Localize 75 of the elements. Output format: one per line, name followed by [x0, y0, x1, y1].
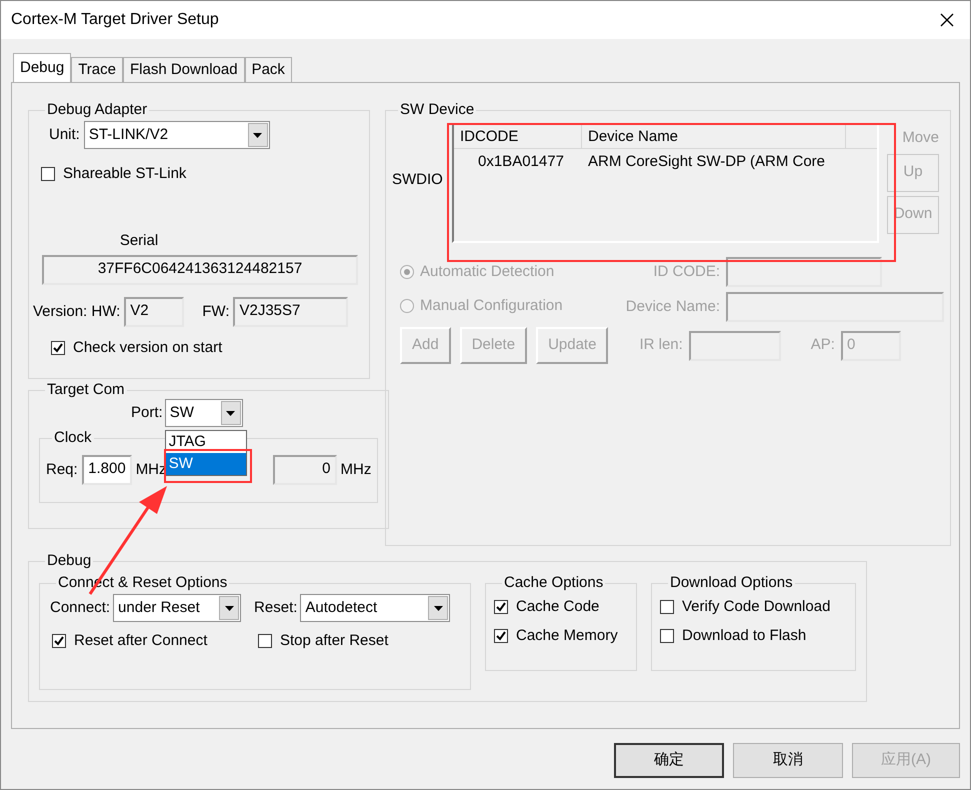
text-field[interactable]: V2J35S7	[233, 297, 348, 327]
move-label: Move	[902, 128, 939, 148]
dropdown[interactable]: Autodetect	[300, 594, 450, 622]
field-label: FW:	[202, 302, 230, 322]
group-title: Debug Adapter	[46, 101, 148, 119]
field-label: Port:	[131, 402, 163, 423]
text-field[interactable]: V2	[124, 297, 184, 327]
group-title: Clock	[53, 429, 93, 447]
dropdown-option[interactable]: SW	[166, 453, 246, 475]
tab[interactable]: Flash Download	[123, 57, 245, 82]
group-title: Cache Options	[503, 574, 604, 592]
text-field[interactable]: 37FF6C064241363124482157	[42, 255, 358, 285]
caret-icon	[434, 606, 443, 610]
field-label: Reset:	[254, 598, 298, 618]
checkbox-label: Cache Code	[516, 597, 600, 617]
field-label: Unit:	[49, 124, 80, 145]
column-header[interactable]: IDCODE	[454, 125, 582, 148]
field-label: Connect:	[50, 598, 110, 618]
field-label: AP:	[810, 335, 835, 356]
dialog-button[interactable]: 确定	[614, 743, 724, 778]
group-title: SW Device	[399, 101, 476, 119]
dropdown[interactable]: ST-LINK/V2	[84, 121, 270, 149]
checkbox[interactable]	[494, 600, 508, 614]
check-icon	[496, 602, 506, 612]
window-title: Cortex-M Target Driver Setup	[11, 10, 219, 30]
tab[interactable]: Pack	[244, 57, 292, 82]
caret-icon	[253, 132, 262, 138]
check-icon	[53, 343, 63, 354]
checkbox[interactable]	[258, 634, 272, 648]
checkbox-label: Verify Code Download	[682, 597, 830, 617]
text-field[interactable]: 1.800	[82, 455, 132, 485]
unit-label: MHz	[340, 460, 372, 480]
group-title: Target Com	[46, 381, 126, 399]
checkbox[interactable]	[51, 341, 65, 356]
text-field[interactable]	[726, 292, 944, 322]
checkbox-label: Check version on start	[73, 338, 222, 358]
dialog-button[interactable]: 取消	[733, 743, 843, 778]
checkbox-label: Shareable ST-Link	[63, 164, 186, 184]
caret-icon	[226, 410, 236, 416]
dropdown-option[interactable]: JTAG	[166, 431, 246, 453]
dropdown[interactable]: under Reset	[113, 594, 242, 622]
group-title: Download Options	[669, 574, 794, 592]
unit-label: MHz	[136, 460, 167, 480]
text-field[interactable]: 0	[272, 455, 337, 485]
checkbox[interactable]	[494, 628, 508, 643]
check-icon	[496, 630, 506, 641]
dropdown[interactable]: SW	[164, 399, 243, 427]
checkbox[interactable]	[41, 167, 55, 182]
checkbox[interactable]	[660, 600, 674, 614]
field-label: Version: HW:	[33, 302, 120, 322]
row-label: SWDIO	[392, 170, 444, 190]
text-field[interactable]	[726, 257, 882, 287]
radio-label: Automatic Detection	[420, 262, 554, 282]
checkbox-label: Download to Flash	[682, 626, 806, 646]
field-label: ID CODE:	[652, 262, 720, 282]
text-field[interactable]	[688, 330, 781, 360]
checkbox[interactable]	[52, 634, 66, 648]
radio-label: Manual Configuration	[420, 296, 563, 316]
tab[interactable]: Debug	[13, 53, 72, 82]
table-cell-text: 0x1BA01477	[477, 152, 565, 172]
field-label: Device Name:	[624, 296, 720, 317]
tab[interactable]: Trace	[71, 57, 123, 82]
table-cell-text: ARM CoreSight SW-DP (ARM Core	[587, 152, 825, 172]
checkbox-label: Cache Memory	[516, 626, 618, 646]
column-header[interactable]: Device Name	[582, 125, 846, 148]
field-label: IR len:	[639, 335, 683, 356]
field-label: Req:	[46, 460, 78, 480]
checkbox-label: Reset after Connect	[74, 631, 208, 651]
group-title: Debug	[46, 552, 92, 570]
field-label: Serial	[120, 230, 158, 250]
check-icon	[54, 636, 64, 646]
caret-icon	[224, 606, 234, 610]
checkbox[interactable]	[660, 628, 674, 643]
close-icon[interactable]	[940, 13, 954, 27]
checkbox-label: Stop after Reset	[280, 631, 388, 651]
